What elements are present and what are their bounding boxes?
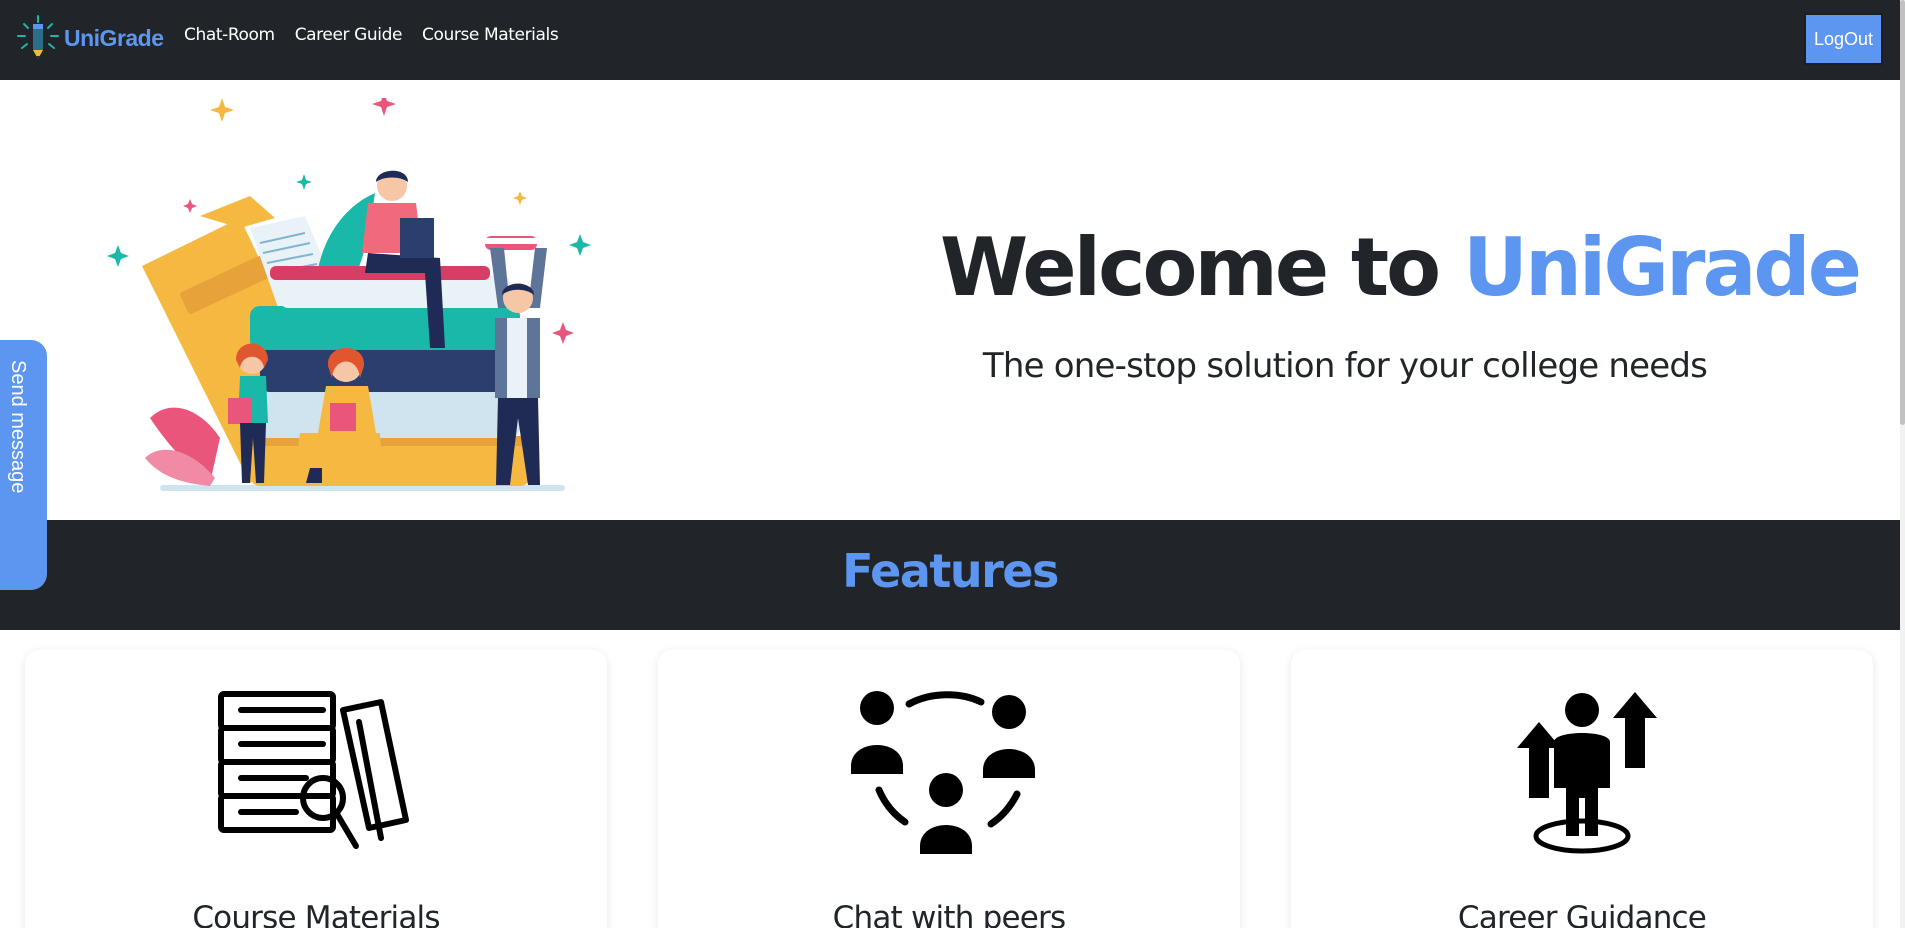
people-network-icon — [851, 691, 1035, 854]
career-growth-icon — [1517, 692, 1657, 854]
send-message-label: Send message — [7, 360, 29, 494]
scrollbar-thumb[interactable] — [1900, 0, 1905, 425]
send-message-tab[interactable]: Send message — [0, 340, 47, 590]
hero-tagline: The one-stop solution for your college n… — [982, 346, 1708, 386]
feature-card-title: Chat with peers — [832, 900, 1066, 928]
hero-section: Welcome to UniGrade The one-stop solutio… — [0, 80, 1900, 520]
brand-link[interactable]: UniGrade — [16, 13, 164, 63]
feature-card-title: Career Guidance — [1457, 900, 1707, 928]
nav-link-course-materials[interactable]: Course Materials — [422, 25, 559, 45]
feature-card-chat-with-peers[interactable]: Chat with peers — [658, 650, 1240, 928]
page-scrollbar[interactable] — [1900, 0, 1905, 928]
features-banner: Features — [0, 520, 1900, 630]
feature-card-title: Course Materials — [192, 900, 440, 928]
page: UniGrade Chat-Room Career Guide Course M… — [0, 0, 1905, 928]
logout-button[interactable]: LogOut — [1804, 13, 1883, 65]
pencil-logo-icon — [17, 15, 59, 59]
navbar: UniGrade Chat-Room Career Guide Course M… — [0, 0, 1900, 80]
features-title: Features — [842, 544, 1059, 598]
welcome-brand: UniGrade — [1462, 221, 1862, 314]
welcome-prefix: Welcome to — [940, 221, 1463, 314]
feature-cards: Course Materials Chat with peers Career … — [0, 630, 1900, 928]
books-search-icon — [218, 691, 409, 849]
feature-card-career-guidance[interactable]: Career Guidance — [1291, 650, 1873, 928]
feature-card-course-materials[interactable]: Course Materials — [25, 650, 607, 928]
nav-links: Chat-Room Career Guide Course Materials — [184, 25, 559, 45]
students-books-illustration — [107, 98, 591, 491]
nav-link-career-guide[interactable]: Career Guide — [295, 25, 403, 45]
welcome-heading: Welcome to UniGrade — [940, 228, 1862, 308]
brand-name: UniGrade — [64, 24, 164, 51]
nav-link-chat-room[interactable]: Chat-Room — [184, 25, 275, 45]
